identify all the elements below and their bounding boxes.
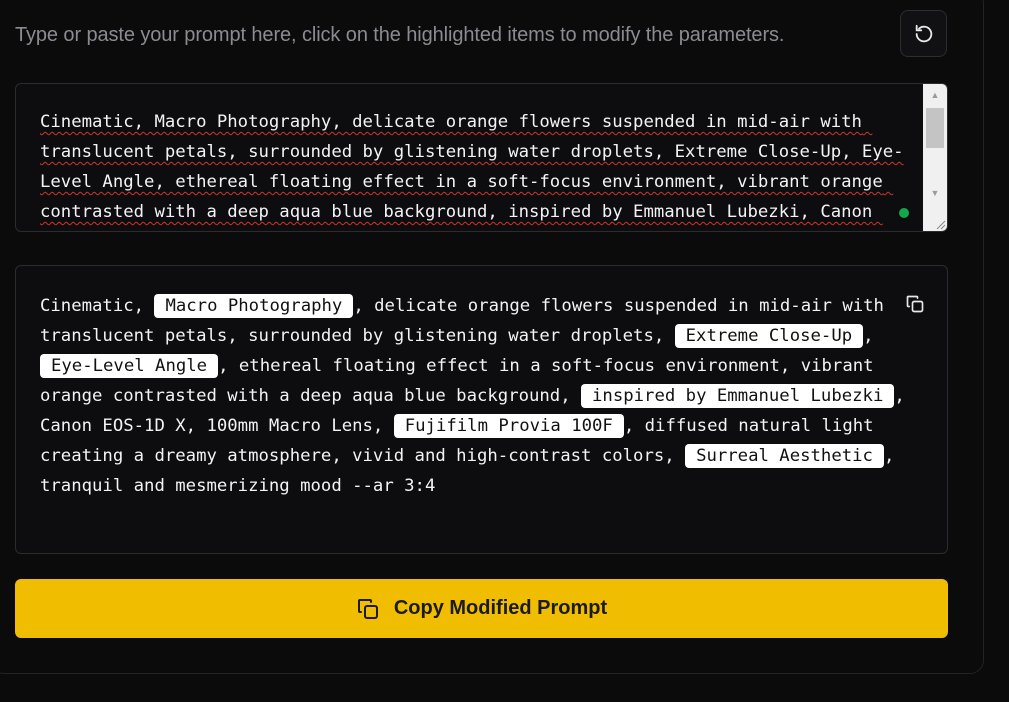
parameter-token[interactable]: Surreal Aesthetic (685, 444, 884, 468)
reset-button[interactable] (900, 10, 947, 57)
copy-preview-button[interactable] (902, 291, 928, 317)
parameter-token[interactable]: Eye-Level Angle (40, 354, 219, 378)
preview-text: Cinematic, Macro Photography, delicate o… (40, 291, 930, 501)
prompt-text-segment: , (863, 326, 874, 346)
scroll-down-arrow-icon[interactable]: ▼ (923, 184, 947, 202)
copy-icon (356, 597, 380, 621)
prompt-text-segment: Cinematic, (40, 296, 155, 316)
copy-icon (906, 295, 924, 313)
parameter-token[interactable]: Extreme Close-Up (674, 324, 864, 348)
resize-grip-icon[interactable] (934, 218, 946, 230)
prompt-preview: Cinematic, Macro Photography, delicate o… (15, 265, 948, 554)
scroll-up-arrow-icon[interactable]: ▲ (923, 86, 947, 104)
prompt-editor[interactable]: Cinematic, Macro Photography, delicate o… (15, 83, 948, 232)
status-indicator (899, 208, 909, 218)
reset-icon (915, 24, 932, 42)
copy-modified-prompt-button[interactable]: Copy Modified Prompt (15, 579, 948, 638)
parameter-token[interactable]: Fujifilm Provia 100F (393, 414, 624, 438)
prompt-textarea[interactable]: Cinematic, Macro Photography, delicate o… (40, 107, 910, 231)
copy-button-label: Copy Modified Prompt (393, 597, 608, 619)
scroll-thumb[interactable] (926, 108, 944, 148)
editor-scrollbar[interactable]: ▲ ▼ (923, 84, 947, 231)
parameter-token[interactable]: Macro Photography (154, 294, 354, 318)
instruction-text: Type or paste your prompt here, click on… (15, 24, 785, 46)
parameter-token[interactable]: inspired by Emmanuel Lubezki (581, 384, 895, 408)
